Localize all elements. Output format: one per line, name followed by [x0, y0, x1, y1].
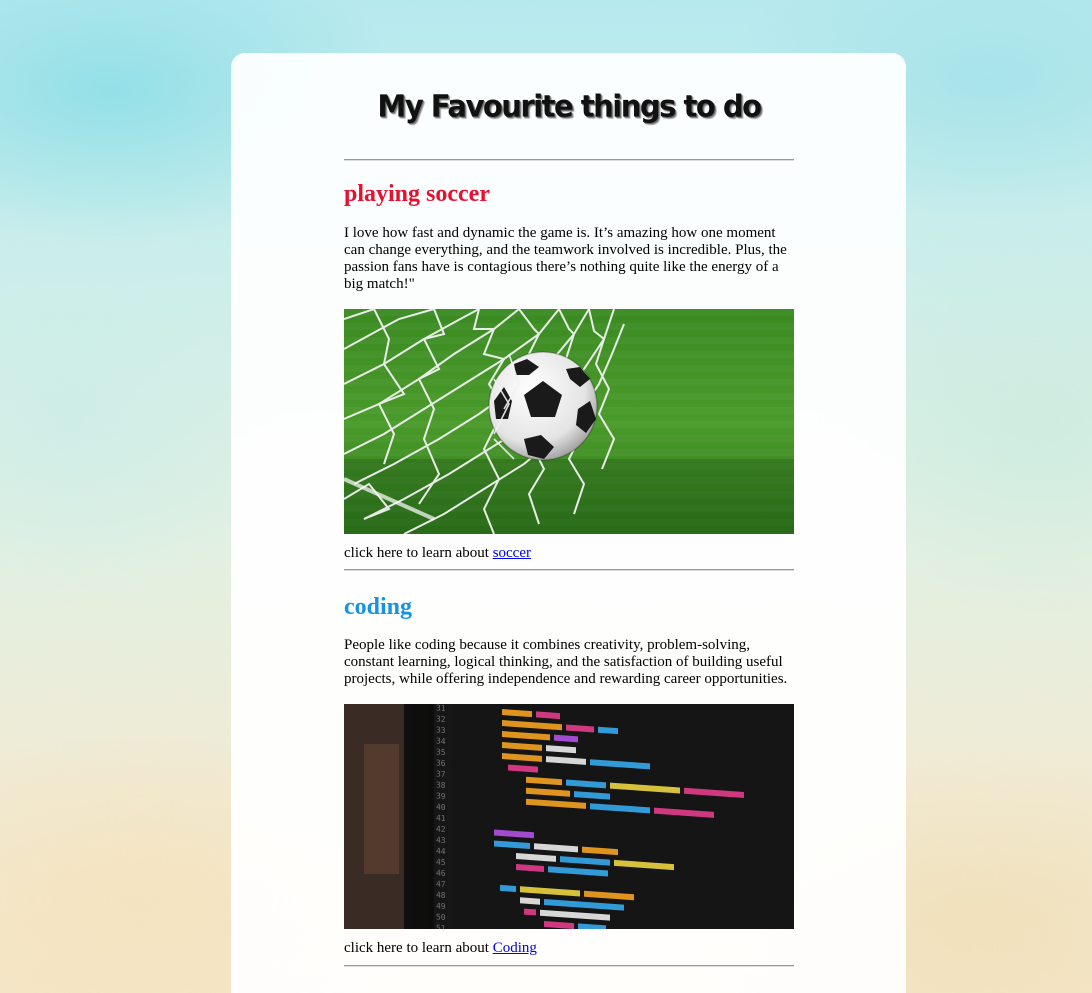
page-title: My Favourite things to do — [377, 88, 762, 124]
learn-prefix: click here to learn about — [344, 545, 493, 561]
divider — [344, 159, 794, 161]
divider — [344, 569, 794, 571]
learn-more-coding: click here to learn about Coding — [344, 940, 794, 957]
section-text-coding: People like coding because it combines c… — [344, 637, 788, 687]
section-soccer: playing soccer I love how fast and dynam… — [344, 180, 794, 562]
learn-prefix: click here to learn about — [344, 940, 493, 956]
content-card: My Favourite things to do playing soccer… — [231, 53, 906, 993]
section-text-soccer: I love how fast and dynamic the game is.… — [344, 225, 787, 292]
divider — [344, 965, 794, 967]
section-title-coding: coding — [344, 594, 413, 620]
soccer-link[interactable]: soccer — [493, 545, 531, 561]
section-title-soccer: playing soccer — [344, 181, 490, 207]
coding-link[interactable]: Coding — [493, 940, 537, 956]
learn-more-soccer: click here to learn about soccer — [344, 545, 794, 562]
coding-image: 31 32 33 34 35 36 37 38 39 40 41 42 43 44 45 46 47 4… — [344, 704, 794, 929]
section-coding: coding People like coding because it com… — [344, 593, 794, 957]
code-on-monitor-icon: 313233 343536 373839 404142 434445 46474… — [344, 704, 794, 929]
soccer-image — [344, 309, 794, 534]
soccer-ball-in-net-icon — [344, 309, 794, 534]
